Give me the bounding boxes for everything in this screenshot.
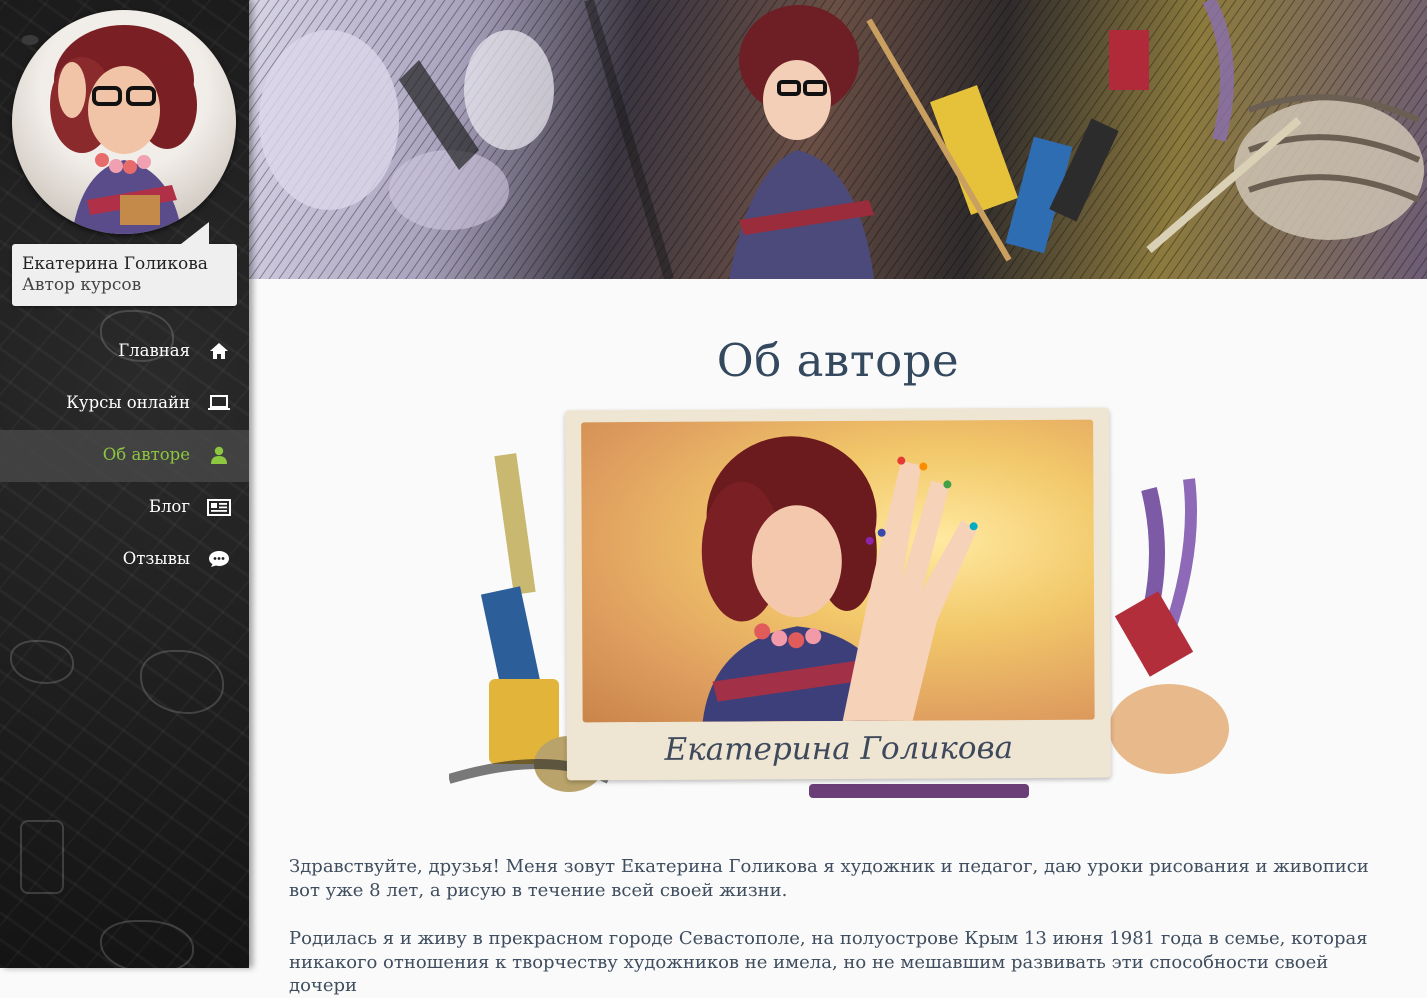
nav-item-courses[interactable]: Курсы онлайн (0, 378, 249, 430)
palette-doodle (140, 650, 224, 714)
nav-item-label: Об авторе (102, 445, 190, 464)
author-role: Автор курсов (22, 275, 142, 295)
nav-item-about[interactable]: Об авторе (0, 430, 249, 482)
avatar-portrait (50, 25, 197, 234)
nav-item-home[interactable]: Главная (0, 326, 249, 378)
photo-caption: Екатерина Голикова (664, 730, 1014, 768)
header-banner (249, 0, 1427, 279)
main-content: Об авторе Екатерина Голикова Здравствуйт… (249, 279, 1427, 996)
author-photo-frame: Екатерина Голикова (565, 407, 1111, 781)
paint-tube-doodle (20, 820, 64, 894)
author-photo (581, 419, 1095, 723)
laptop-icon (207, 392, 231, 414)
user-icon (207, 444, 231, 466)
bio-paragraph: Родилась я и живу в прекрасном городе Се… (289, 928, 1368, 996)
author-avatar[interactable] (12, 10, 236, 234)
nav-item-label: Курсы онлайн (66, 393, 190, 412)
main-nav: Главная Курсы онлайн Об авторе Блог Отзы… (0, 326, 249, 586)
sidebar: Екатерина Голикова Автор курсов Главная … (0, 0, 249, 968)
nav-item-reviews[interactable]: Отзывы (0, 534, 249, 586)
palette-doodle (10, 640, 74, 684)
nav-item-label: Блог (148, 497, 190, 516)
author-portrait (701, 436, 978, 722)
nav-item-blog[interactable]: Блог (0, 482, 249, 534)
author-card: Екатерина Голикова Автор курсов (12, 222, 237, 306)
nav-item-label: Главная (118, 341, 190, 360)
home-icon (207, 340, 231, 362)
artist-tools-illustration (249, 0, 1427, 279)
palette-doodle (100, 920, 194, 968)
intro-paragraph: Здравствуйте, друзья! Меня зовут Екатери… (289, 856, 1369, 901)
comment-icon (207, 548, 231, 570)
newspaper-icon (207, 496, 231, 518)
page-title: Об авторе (716, 334, 960, 387)
author-name: Екатерина Голикова (22, 254, 208, 274)
nav-item-label: Отзывы (122, 549, 190, 568)
